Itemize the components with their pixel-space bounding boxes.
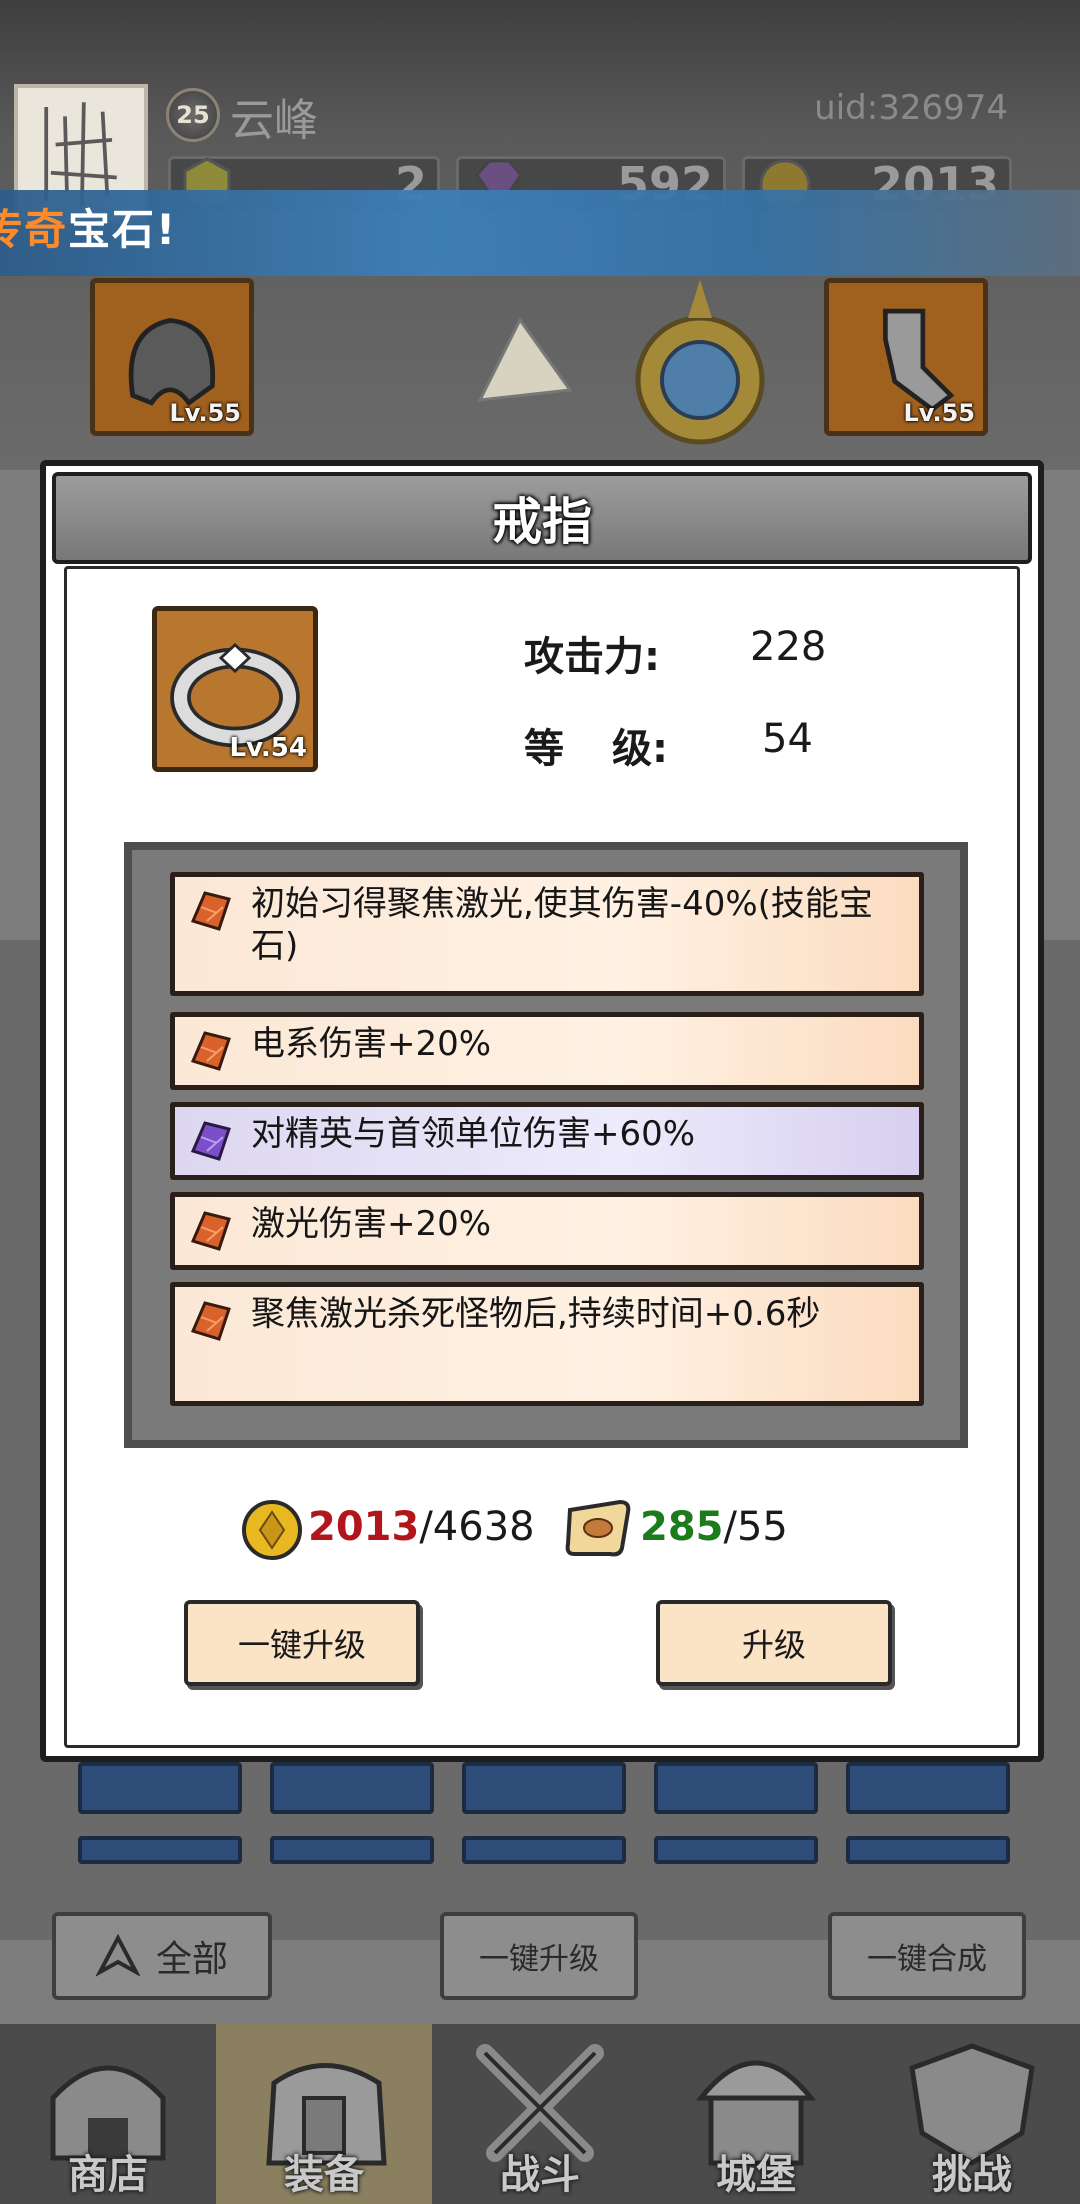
orange-gem-icon xyxy=(190,1211,231,1251)
attribute-panel: 初始习得聚焦激光,使其伤害-40%(技能宝石) 电系伤害+20% 对精英与首领单… xyxy=(124,842,968,1448)
scroll-cost: 285/55 xyxy=(640,1504,788,1550)
player-name: 云峰 xyxy=(230,95,318,146)
equipment-slot-helmet[interactable]: Lv.55 xyxy=(90,278,254,436)
character-portrait xyxy=(477,280,765,445)
coin-cost-need: /4638 xyxy=(419,1504,535,1550)
nav-equipment[interactable]: 装备 xyxy=(216,2024,432,2204)
slot-level: Lv.55 xyxy=(169,399,242,427)
attribute-text: 对精英与首领单位伤害+60% xyxy=(251,1114,696,1154)
attribute-row: 聚焦激光杀死怪物后,持续时间+0.6秒 xyxy=(170,1282,924,1406)
inventory-cell[interactable] xyxy=(654,1836,818,1864)
nav-shop-label: 商店 xyxy=(68,2152,148,2198)
filter-all-label: 全部 xyxy=(155,1939,228,1980)
inventory-cell[interactable] xyxy=(270,1762,434,1814)
scroll-cost-need: /55 xyxy=(723,1504,788,1550)
item-icon-frame: Lv.54 xyxy=(152,606,318,772)
level-label-part-1: 等 xyxy=(524,726,564,772)
nav-shop[interactable]: 商店 xyxy=(0,2024,216,2204)
player-uid: uid:326974 xyxy=(814,88,1008,128)
inventory-cell[interactable] xyxy=(78,1836,242,1864)
inventory-cell[interactable] xyxy=(846,1836,1010,1864)
attribute-row: 初始习得聚焦激光,使其伤害-40%(技能宝石) xyxy=(170,872,924,996)
player-level-badge: 25 xyxy=(166,88,220,142)
bulk-upgrade-label: 一键升级 xyxy=(479,1942,599,1977)
attack-label: 攻击力: xyxy=(524,634,660,680)
announcement-body: 宝石! xyxy=(68,205,178,254)
bulk-merge-button[interactable]: 一键合成 xyxy=(828,1912,1026,2000)
inventory-cell[interactable] xyxy=(462,1762,626,1814)
inventory-cell[interactable] xyxy=(462,1836,626,1864)
attribute-row: 对精英与首领单位伤害+60% xyxy=(170,1102,924,1180)
slot-level: Lv.55 xyxy=(903,399,976,427)
inventory-cell[interactable] xyxy=(270,1836,434,1864)
scroll-cost-have: 285 xyxy=(640,1504,724,1550)
item-detail-modal: 戒指 Lv.54 攻击力: 228 等 级: 54 初始习得聚焦激光,使其伤害-… xyxy=(40,460,1044,1762)
attribute-text: 初始习得聚焦激光,使其伤害-40%(技能宝石) xyxy=(251,884,873,966)
attack-value: 228 xyxy=(750,624,827,670)
nav-challenge[interactable]: 挑战 xyxy=(864,2024,1080,2204)
coin-cost-have: 2013 xyxy=(308,1504,420,1550)
upgrade-label: 升级 xyxy=(741,1626,806,1664)
announcement-text: 传奇宝石! xyxy=(0,196,177,257)
triangle-filter-icon xyxy=(95,1934,140,1977)
purple-gem-icon xyxy=(190,1121,231,1161)
attribute-text: 聚焦激光杀死怪物后,持续时间+0.6秒 xyxy=(251,1294,821,1334)
nav-battle-label: 战斗 xyxy=(500,2152,580,2198)
orange-gem-icon xyxy=(190,891,231,931)
attribute-text: 激光伤害+20% xyxy=(251,1204,492,1244)
upgrade-button[interactable]: 升级 xyxy=(656,1600,892,1686)
level-label-part-2: 级: xyxy=(612,726,668,772)
scroll-icon xyxy=(565,1499,631,1557)
equipment-slot-boots[interactable]: Lv.55 xyxy=(824,278,988,436)
inventory-cell[interactable] xyxy=(654,1762,818,1814)
coin-cost: 2013/4638 xyxy=(308,1504,535,1550)
inventory-cell[interactable] xyxy=(78,1762,242,1814)
filter-all-button[interactable]: 全部 xyxy=(52,1912,272,2000)
bulk-merge-label: 一键合成 xyxy=(867,1942,987,1977)
item-level-tag: Lv.54 xyxy=(229,733,307,763)
attribute-row: 激光伤害+20% xyxy=(170,1192,924,1270)
level-value: 54 xyxy=(762,716,813,762)
inventory-cell[interactable] xyxy=(846,1762,1010,1814)
modal-title: 戒指 xyxy=(492,493,592,551)
orange-gem-icon xyxy=(190,1301,231,1341)
attribute-text: 电系伤害+20% xyxy=(251,1024,492,1064)
nav-challenge-label: 挑战 xyxy=(932,2152,1012,2198)
bulk-upgrade-background-button[interactable]: 一键升级 xyxy=(440,1912,638,2000)
gold-coin-icon xyxy=(242,1500,302,1560)
attribute-row: 电系伤害+20% xyxy=(170,1012,924,1090)
announcement-highlight: 传奇 xyxy=(0,205,69,254)
nav-castle[interactable]: 城堡 xyxy=(648,2024,864,2204)
one-click-upgrade-label: 一键升级 xyxy=(237,1626,366,1664)
orange-gem-icon xyxy=(190,1031,231,1071)
nav-equipment-label: 装备 xyxy=(284,2152,364,2198)
nav-battle[interactable]: 战斗 xyxy=(432,2024,648,2204)
one-click-upgrade-button[interactable]: 一键升级 xyxy=(184,1600,420,1686)
modal-header: 戒指 xyxy=(52,472,1032,564)
nav-castle-label: 城堡 xyxy=(716,2152,796,2198)
